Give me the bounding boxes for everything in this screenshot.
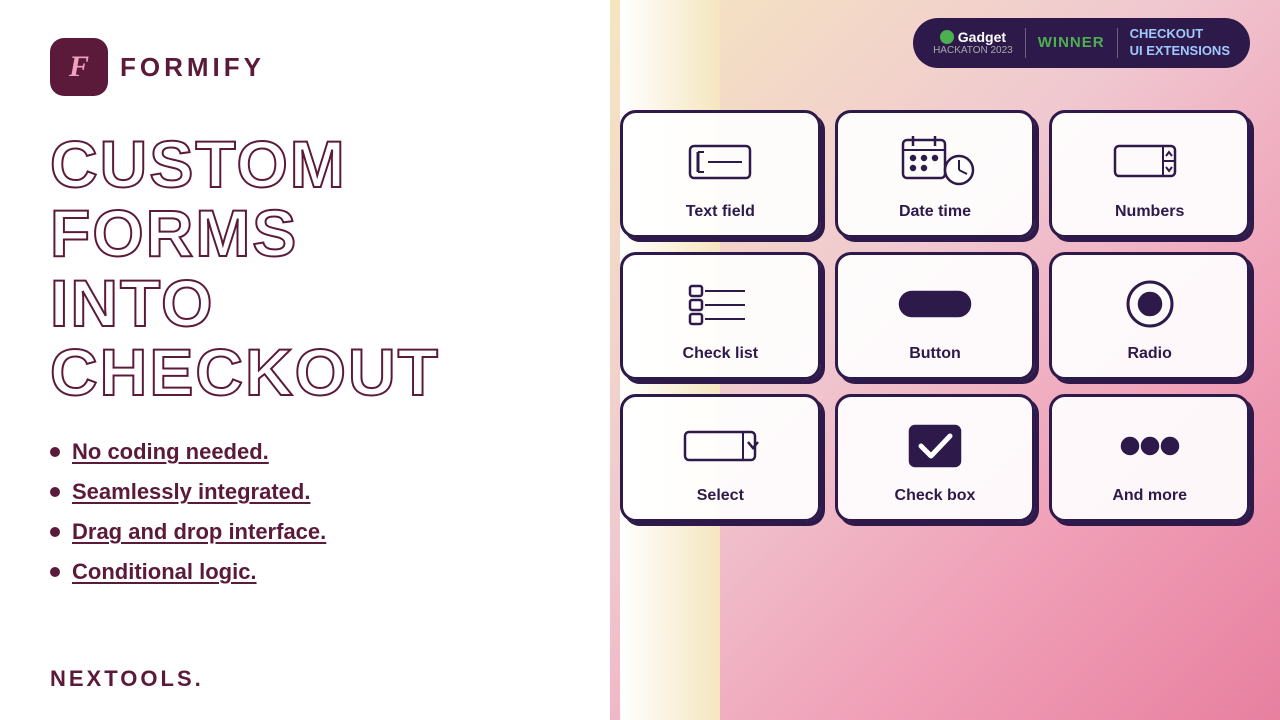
form-card-and-more: And more — [1049, 394, 1250, 522]
card-label: Text field — [686, 203, 755, 221]
badge-divider — [1025, 28, 1026, 58]
dots-icon — [1100, 415, 1200, 475]
card-label: Numbers — [1115, 203, 1184, 221]
form-card-check-box: Check box — [835, 394, 1036, 522]
logo-box: F — [50, 38, 108, 96]
checkout-label: CHECKOUTUI EXTENSIONS — [1130, 26, 1230, 60]
logo-area: F FORMIFY — [50, 38, 265, 96]
feature-label: Seamlessly integrated. — [72, 479, 310, 505]
bullet-icon — [50, 527, 60, 537]
form-card-check-list: Check list — [620, 252, 821, 380]
card-label: And more — [1112, 487, 1187, 505]
gadget-section: Gadget HACKATON 2023 — [933, 29, 1013, 56]
text-field-icon — [670, 131, 770, 191]
feature-label: Drag and drop interface. — [72, 519, 326, 545]
nextools-logo: NEXTOOLS. — [50, 666, 204, 692]
logo-f-letter: F — [69, 50, 89, 84]
bullet-icon — [50, 567, 60, 577]
card-label: Check box — [895, 487, 976, 505]
card-label: Check list — [683, 345, 759, 363]
main-title: CUSTOM FORMS INTO CHECKOUT — [50, 130, 600, 407]
logo-name: FORMIFY — [120, 52, 265, 83]
badge-divider-2 — [1117, 28, 1118, 58]
winner-label: WINNER — [1038, 34, 1105, 51]
form-grid: Text field Date time — [620, 110, 1250, 522]
form-card-select: Select — [620, 394, 821, 522]
hackaton-label: HACKATON 2023 — [933, 45, 1013, 56]
form-card-numbers: Numbers — [1049, 110, 1250, 238]
list-item: Conditional logic. — [50, 559, 600, 585]
left-content: CUSTOM FORMS INTO CHECKOUT No coding nee… — [50, 130, 600, 599]
form-card-text-field: Text field — [620, 110, 821, 238]
form-card-button: Button — [835, 252, 1036, 380]
form-card-radio: Radio — [1049, 252, 1250, 380]
gadget-icon — [940, 30, 954, 44]
radio-icon — [1100, 273, 1200, 333]
check-list-icon — [670, 273, 770, 333]
form-card-date-time: Date time — [835, 110, 1036, 238]
date-time-icon — [885, 131, 985, 191]
headline-line1: CUSTOM FORMS — [50, 130, 600, 269]
list-item: Drag and drop interface. — [50, 519, 600, 545]
bullet-icon — [50, 447, 60, 457]
numbers-icon — [1100, 131, 1200, 191]
hackaton-badge: Gadget HACKATON 2023 WINNER CHECKOUTUI E… — [913, 18, 1250, 68]
button-icon — [885, 273, 985, 333]
card-label: Radio — [1127, 345, 1171, 363]
list-item: Seamlessly integrated. — [50, 479, 600, 505]
list-item: No coding needed. — [50, 439, 600, 465]
card-label: Date time — [899, 203, 971, 221]
feature-label: No coding needed. — [72, 439, 269, 465]
gadget-title: Gadget — [940, 29, 1006, 45]
select-icon — [670, 415, 770, 475]
card-label: Button — [909, 345, 961, 363]
check-box-icon — [885, 415, 985, 475]
bullet-icon — [50, 487, 60, 497]
feature-label: Conditional logic. — [72, 559, 257, 585]
card-label: Select — [697, 487, 744, 505]
gadget-label: Gadget — [958, 29, 1006, 45]
features-list: No coding needed. Seamlessly integrated.… — [50, 439, 600, 585]
headline-line2: INTO CHECKOUT — [50, 269, 600, 408]
